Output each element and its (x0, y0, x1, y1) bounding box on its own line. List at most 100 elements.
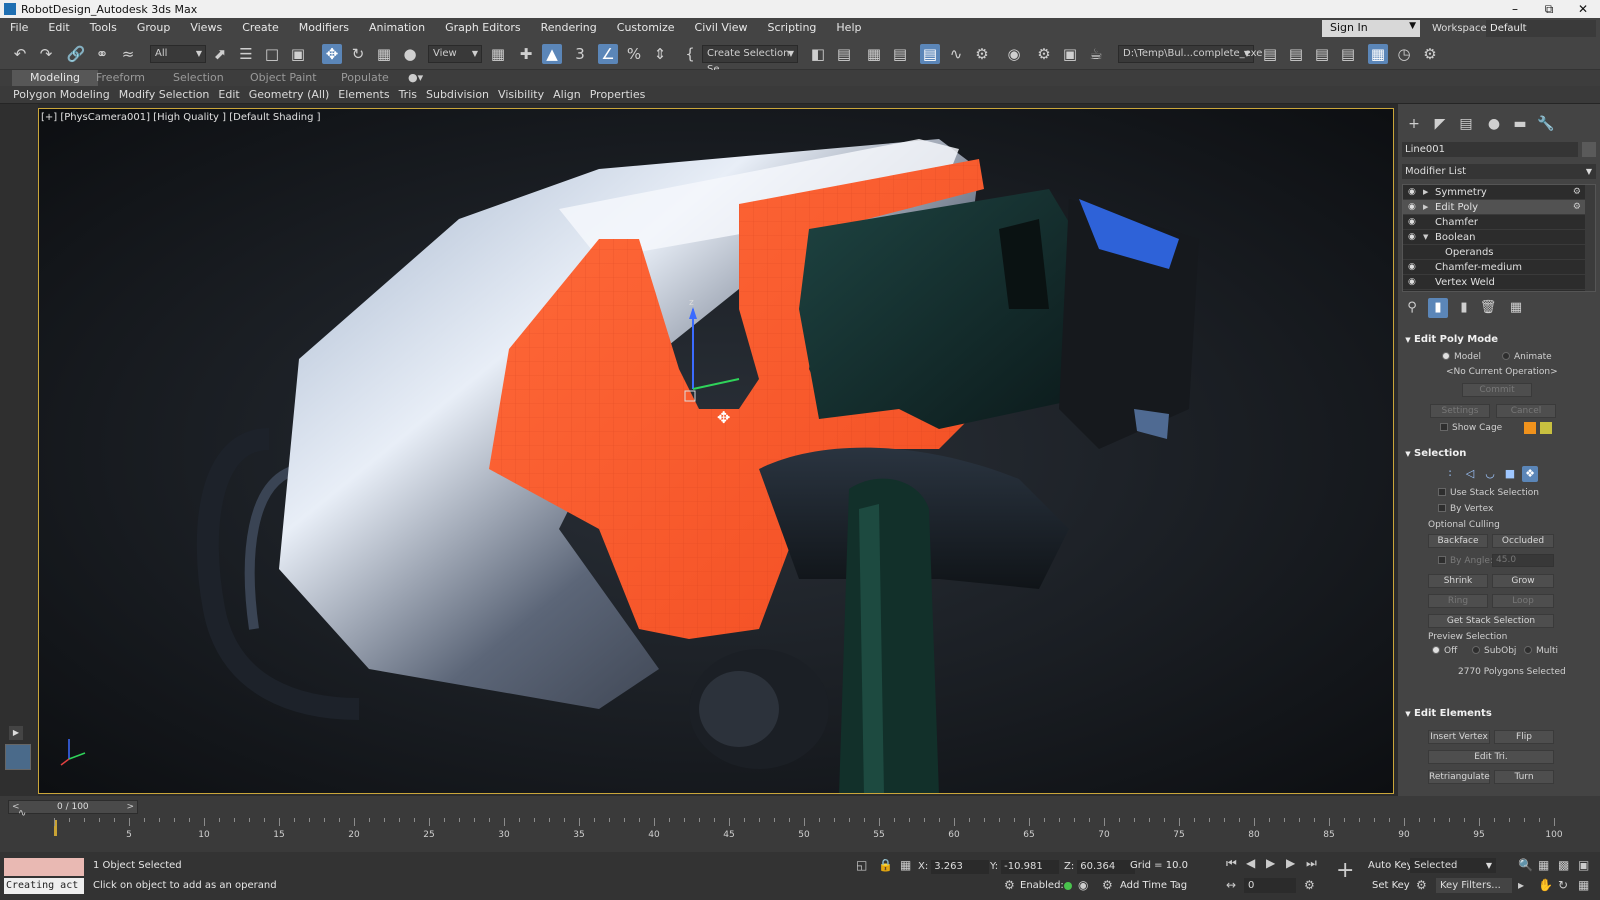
panel-align[interactable]: Align (553, 88, 581, 101)
utilities-tab-icon[interactable]: 🔧 (1536, 114, 1556, 134)
ribbon-options-icon[interactable]: ●▾ (408, 70, 423, 86)
menu-views[interactable]: Views (180, 18, 232, 38)
menu-file[interactable]: File (0, 18, 38, 38)
retriangulate-button[interactable]: Retriangulate (1428, 770, 1490, 784)
stack-item-chamfer[interactable]: ◉ Chamfer (1403, 215, 1595, 230)
tab-freeform[interactable]: Freeform (96, 70, 145, 86)
menu-customize[interactable]: Customize (607, 18, 685, 38)
render-setup-icon[interactable]: ⚙ (1034, 44, 1054, 64)
panel-tris[interactable]: Tris (399, 88, 417, 101)
x-coordinate[interactable]: X: 3.263 (918, 860, 990, 874)
snaps-toggle-icon[interactable]: 3 (570, 44, 590, 64)
previous-key-icon[interactable]: ◀ (1246, 856, 1255, 870)
lock-selection-icon[interactable]: 🔒 (878, 858, 893, 872)
occluded-button[interactable]: Occluded (1492, 534, 1554, 548)
scene-explorer-icon[interactable]: ▦ (864, 44, 884, 64)
edit-tri-button[interactable]: Edit Tri. (1428, 750, 1554, 764)
select-by-name-icon[interactable]: ☰ (236, 44, 256, 64)
field-of-view-icon[interactable]: ▸ (1518, 878, 1524, 892)
eye-icon[interactable]: ◉ (1408, 215, 1416, 230)
clock-icon[interactable]: ◷ (1394, 44, 1414, 64)
restore-icon[interactable]: ⧉ (1532, 0, 1566, 18)
robot-model-render[interactable]: z ✥ (39, 109, 1394, 794)
ribbon-toggle-icon[interactable]: ▤ (920, 44, 940, 64)
show-end-result-icon[interactable]: ▮ (1428, 298, 1448, 318)
stack-item-operands[interactable]: Operands (1403, 245, 1595, 260)
curve-editor-mini-icon[interactable]: ∿ (18, 808, 26, 819)
maxscript-mini-listener[interactable] (4, 858, 84, 876)
configure-sets-icon[interactable]: ▦ (1506, 298, 1526, 318)
pin-stack-icon[interactable]: ⚲ (1402, 298, 1422, 318)
commit-button[interactable]: Commit (1462, 383, 1532, 397)
collapse-icon[interactable]: ▤ (1338, 44, 1358, 64)
polygon-mode-icon[interactable]: ■ (1502, 466, 1518, 482)
save-icon[interactable]: ▤ (1312, 44, 1332, 64)
stack-scrollbar[interactable] (1585, 185, 1595, 291)
menu-rendering[interactable]: Rendering (531, 18, 607, 38)
orbit-icon[interactable]: ↻ (1558, 878, 1568, 892)
viewport[interactable]: z ✥ [+] [PhysCamera001] [High Quality ] … (38, 108, 1394, 794)
layout-thumbnail[interactable] (5, 744, 31, 770)
panel-polygon-modeling[interactable]: Polygon Modeling (13, 88, 110, 101)
select-and-scale-icon[interactable]: ▦ (374, 44, 394, 64)
zoom-icon[interactable]: 🔍 (1518, 858, 1533, 872)
absolute-mode-icon[interactable]: ▦ (900, 858, 911, 872)
collapse-icon[interactable]: ▼ (1423, 230, 1428, 245)
object-color-swatch[interactable] (1582, 142, 1596, 157)
maximize-viewport-icon[interactable]: ▣ (1578, 858, 1589, 872)
preview-off-radio[interactable]: Off (1432, 646, 1457, 656)
material-editor-icon[interactable]: ◉ (1004, 44, 1024, 64)
link-icon[interactable]: 🔗 (66, 44, 86, 64)
eye-icon[interactable]: ◉ (1408, 200, 1416, 215)
panel-geometry-all[interactable]: Geometry (All) (249, 88, 330, 101)
panel-visibility[interactable]: Visibility (498, 88, 544, 101)
use-stack-selection-checkbox[interactable]: Use Stack Selection (1438, 488, 1539, 498)
open-icon[interactable]: ▤ (1286, 44, 1306, 64)
play-icon[interactable]: ▶ (1266, 856, 1275, 870)
menu-graph-editors[interactable]: Graph Editors (435, 18, 531, 38)
project-folder-icon[interactable]: ▤ (1260, 44, 1280, 64)
go-to-end-icon[interactable]: ⏭ (1306, 856, 1317, 871)
expand-icon[interactable]: ▶ (1423, 200, 1428, 215)
schematic-view-icon[interactable]: ⚙ (972, 44, 992, 64)
settings-button[interactable]: Settings (1430, 404, 1490, 418)
named-selection-dropdown[interactable]: Create Selection Se ▼ (702, 45, 798, 75)
by-angle-spinner[interactable]: 45.0 (1492, 554, 1554, 567)
modify-tab-icon[interactable]: ◤ (1430, 114, 1450, 134)
cage-color-swatch[interactable] (1524, 422, 1536, 434)
border-mode-icon[interactable]: ◡ (1482, 466, 1498, 482)
selection-filter-dropdown[interactable]: All ▼ (150, 45, 206, 63)
panel-properties[interactable]: Properties (590, 88, 646, 101)
menu-scripting[interactable]: Scripting (757, 18, 826, 38)
pan-icon[interactable]: ✋ (1538, 878, 1553, 892)
display-tab-icon[interactable]: ▬ (1510, 114, 1530, 134)
angle-snap-icon[interactable]: ∠ (598, 44, 618, 64)
auto-key-button[interactable]: Auto Key (1368, 860, 1413, 871)
select-and-rotate-icon[interactable]: ↻ (348, 44, 368, 64)
modifier-list-dropdown[interactable]: Modifier List ▼ (1402, 164, 1596, 179)
timeline-track[interactable]: 5 10 15 20 25 30 35 40 45 50 55 60 65 70 75 80 85 90 95 100 (54, 818, 1563, 852)
y-coordinate[interactable]: Y: -10.981 (990, 860, 1060, 874)
current-frame-field[interactable]: 0 (1244, 878, 1296, 893)
redo-icon[interactable]: ↷ (36, 44, 56, 64)
edit-elements-header[interactable]: ▼ Edit Elements (1402, 706, 1596, 722)
cage-selected-color-swatch[interactable] (1540, 422, 1552, 434)
tab-selection[interactable]: Selection (173, 70, 224, 86)
next-key-icon[interactable]: ▶ (1286, 856, 1295, 870)
zoom-all-icon[interactable]: ▦ (1538, 858, 1549, 872)
panel-elements[interactable]: Elements (338, 88, 389, 101)
stack-item-edit-poly[interactable]: ◉ ▶ Edit Poly ⚙ (1403, 200, 1595, 215)
maximize-toggle-icon[interactable]: ▦ (1578, 878, 1589, 892)
menu-create[interactable]: Create (232, 18, 289, 38)
settings-icon[interactable]: ⚙ (1420, 44, 1440, 64)
vertex-mode-icon[interactable]: ∶ (1442, 466, 1458, 482)
close-icon[interactable]: ✕ (1566, 0, 1600, 18)
panel-edit[interactable]: Edit (218, 88, 239, 101)
loop-button[interactable]: Loop (1492, 594, 1554, 608)
eye-icon[interactable]: ◉ (1408, 260, 1416, 275)
make-unique-icon[interactable]: ▮ (1454, 298, 1474, 318)
turn-button[interactable]: Turn (1494, 770, 1554, 784)
mirror-icon[interactable]: ◧ (808, 44, 828, 64)
edit-poly-mode-header[interactable]: ▼ Edit Poly Mode (1402, 332, 1596, 348)
grow-button[interactable]: Grow (1492, 574, 1554, 588)
